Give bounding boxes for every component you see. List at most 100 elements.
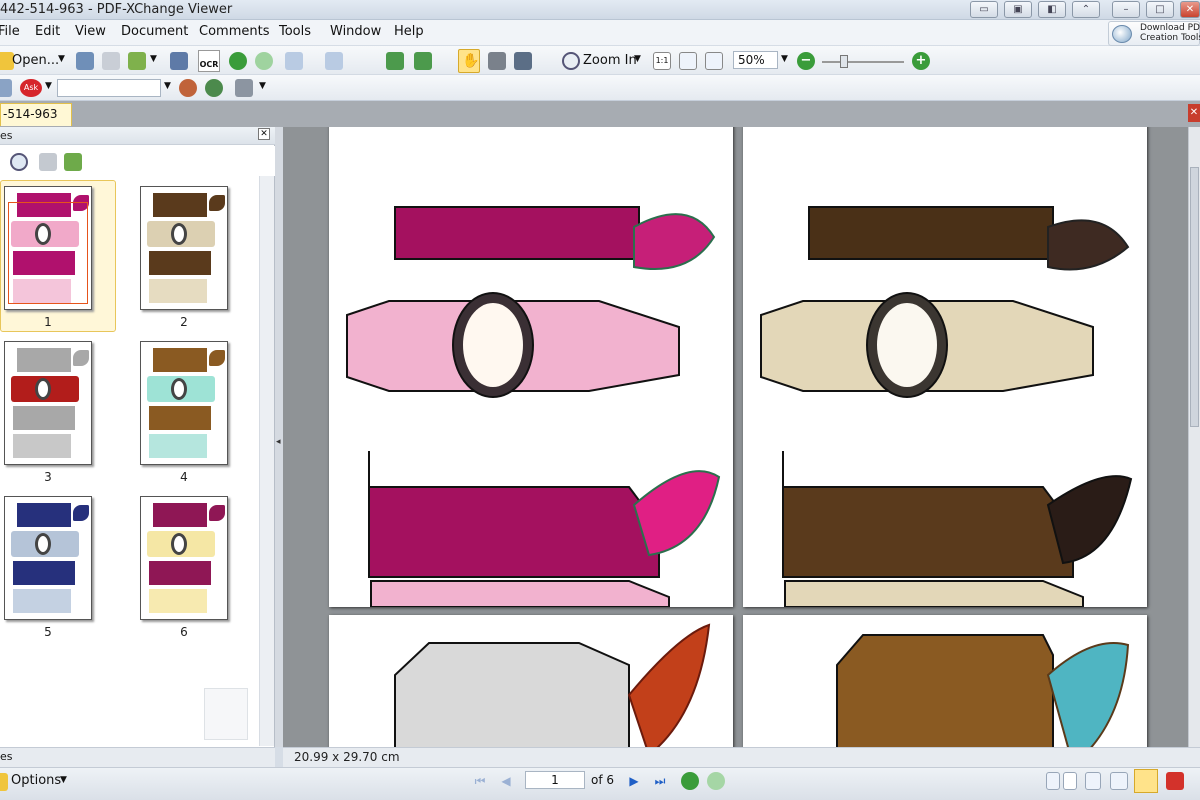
page-3-artwork (394, 623, 711, 747)
menu-comments[interactable]: Comments (199, 24, 269, 39)
zoom-slider[interactable] (822, 61, 904, 63)
document-tab[interactable]: -514-963 (0, 103, 72, 126)
menu-help[interactable]: Help (394, 24, 424, 39)
thumb-band-top (153, 503, 207, 527)
thumb-butterfly-icon (209, 350, 225, 366)
menu-window[interactable]: Window (330, 24, 381, 39)
pages-panel-title: es (0, 129, 13, 142)
zoom-level-input[interactable]: 50% (733, 51, 778, 69)
menu-tools[interactable]: Tools (279, 24, 311, 39)
first-page-icon[interactable]: ⏮ (470, 772, 490, 790)
actual-size-button[interactable]: 1:1 (653, 52, 671, 70)
highlight-dropdown-icon[interactable]: ▼ (259, 81, 266, 91)
page-size-label: 20.99 x 29.70 cm (294, 750, 400, 764)
forward-icon[interactable] (255, 52, 273, 70)
panel-scrollbar[interactable] (259, 176, 274, 746)
export-icon[interactable] (128, 52, 146, 70)
page-thumbnail[interactable] (140, 341, 228, 465)
minimize-button[interactable]: – (1112, 1, 1140, 18)
history-back-icon[interactable] (681, 772, 699, 790)
page-number-input[interactable]: 1 (525, 771, 585, 789)
title-extra-button-2[interactable]: ▣ (1004, 1, 1032, 18)
last-page-icon[interactable]: ⏭ (650, 772, 670, 790)
layout-grid-button[interactable] (1134, 769, 1158, 793)
menu-document[interactable]: Document (121, 24, 188, 39)
box-panel-dark-1 (368, 451, 660, 578)
layout-continuous-icon[interactable] (1063, 772, 1077, 790)
select-text-icon[interactable] (514, 52, 532, 70)
oval-window-1 (463, 303, 523, 387)
window-title: 442-514-963 - PDF-XChange Viewer (0, 2, 233, 17)
document-view[interactable] (283, 127, 1188, 747)
panel-close-icon[interactable]: ✕ (258, 128, 270, 140)
undo-icon[interactable] (285, 52, 303, 70)
close-button[interactable]: ✕ (1180, 1, 1200, 18)
thumb-oval-icon (35, 533, 51, 555)
title-extra-button-4[interactable]: ⌃ (1072, 1, 1100, 18)
collapse-panel-icon[interactable]: ◂ (276, 437, 281, 447)
layout-single-icon[interactable] (1046, 772, 1060, 790)
highlight-icon[interactable] (235, 79, 253, 97)
find-next-icon[interactable] (205, 79, 223, 97)
zoom-out-icon[interactable]: − (797, 52, 815, 70)
page-thumbnail[interactable] (140, 186, 228, 310)
menu-file[interactable]: File (0, 24, 20, 39)
thumb-export-icon[interactable] (64, 153, 82, 171)
history-forward-icon[interactable] (707, 772, 725, 790)
scan-icon[interactable] (170, 52, 188, 70)
zoom-dropdown-arrow-icon[interactable]: ▼ (634, 54, 641, 64)
save-icon[interactable] (76, 52, 94, 70)
butterfly-wing-2 (632, 470, 721, 557)
zoom-level-dropdown-icon[interactable]: ▼ (781, 54, 788, 64)
redo-icon[interactable] (325, 52, 343, 70)
title-extra-button-1[interactable]: ▭ (970, 1, 998, 18)
maximize-button[interactable]: □ (1146, 1, 1174, 18)
thumb-band-bottom (149, 434, 207, 458)
menu-view[interactable]: View (75, 24, 106, 39)
thumb-band-top (153, 193, 207, 217)
page-thumbnail[interactable] (140, 496, 228, 620)
thumb-zoom-icon[interactable] (10, 153, 28, 171)
print-icon[interactable] (102, 52, 120, 70)
search-dropdown-icon[interactable]: ▼ (164, 81, 171, 91)
thumb-print-icon[interactable] (39, 153, 57, 171)
fit-page-icon[interactable] (679, 52, 697, 70)
open-button[interactable]: Open... (12, 53, 59, 68)
ask-dropdown-icon[interactable]: ▼ (45, 81, 52, 91)
snapshot-icon[interactable] (488, 52, 506, 70)
close-tab-icon[interactable]: ✕ (1188, 104, 1200, 122)
fit-width-icon[interactable] (705, 52, 723, 70)
page-thumbnail[interactable] (4, 186, 92, 310)
open-dropdown-arrow-icon[interactable]: ▼ (58, 54, 65, 64)
ocr-button[interactable]: OCR (198, 50, 220, 72)
box-panel-bottom-2 (784, 580, 1084, 607)
rotate-right-icon[interactable] (414, 52, 432, 70)
title-extra-button-3[interactable]: ◧ (1038, 1, 1066, 18)
back-icon[interactable] (229, 52, 247, 70)
find-previous-icon[interactable] (179, 79, 197, 97)
layout-facing-icon[interactable] (1085, 772, 1101, 790)
butterfly-wing-3 (1047, 219, 1130, 271)
typewriter-icon[interactable] (0, 79, 12, 97)
rotate-left-icon[interactable] (386, 52, 404, 70)
ask-icon[interactable]: Ask (20, 79, 42, 97)
document-scroll-thumb[interactable] (1190, 167, 1199, 427)
page-thumbnail[interactable] (4, 496, 92, 620)
previous-page-icon[interactable]: ◀ (496, 772, 516, 790)
search-input[interactable] (57, 79, 161, 97)
options-dropdown-icon[interactable]: ▼ (60, 775, 67, 785)
thumb-band-top (153, 348, 207, 372)
pdf-icon[interactable] (1166, 772, 1184, 790)
zoom-slider-thumb[interactable] (840, 55, 848, 68)
options-button[interactable]: Options (11, 773, 61, 788)
thumb-band-bottom (149, 589, 207, 613)
panel-splitter[interactable]: ◂ (275, 127, 283, 747)
export-dropdown-arrow-icon[interactable]: ▼ (150, 54, 157, 64)
layout-facing-continuous-icon[interactable] (1110, 772, 1128, 790)
menu-edit[interactable]: Edit (35, 24, 60, 39)
zoom-plus-icon[interactable]: + (912, 52, 930, 70)
document-scrollbar[interactable] (1188, 127, 1200, 747)
zoom-in-button[interactable]: Zoom In (583, 53, 637, 68)
page-thumbnail[interactable] (4, 341, 92, 465)
next-page-icon[interactable]: ▶ (624, 772, 644, 790)
